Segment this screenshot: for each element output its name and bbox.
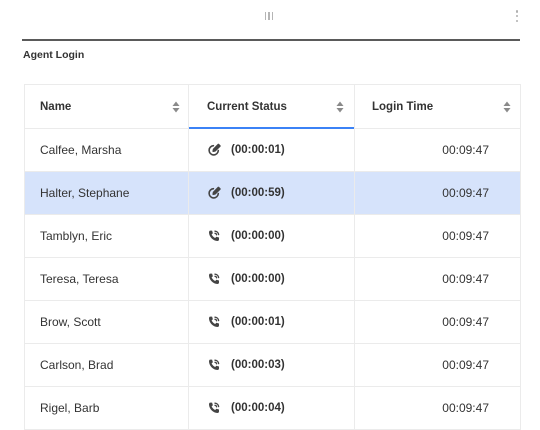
edit-pencil-circle-icon: [207, 186, 221, 200]
agent-table: Name Current Status Login Time Calfee, M…: [24, 84, 521, 430]
agent-name: Halter, Stephane: [25, 172, 189, 214]
phone-call-icon: [207, 401, 221, 415]
agent-name: Rigel, Barb: [25, 387, 189, 429]
widget-title: Agent Login: [23, 49, 85, 61]
table-row[interactable]: Halter, Stephane (00:00:59) 00:09:47: [25, 172, 520, 215]
status-duration: (00:00:04): [231, 402, 285, 414]
agent-name-text: Tamblyn, Eric: [40, 229, 113, 243]
table-body: Calfee, Marsha (00:00:01) 00:09:47 Halte…: [25, 129, 520, 430]
agent-status: (00:00:03): [189, 344, 355, 386]
agent-status: (00:00:04): [189, 387, 355, 429]
column-header-label: Name: [40, 100, 72, 113]
login-time-text: 00:09:47: [442, 358, 489, 372]
status-duration: (00:00:00): [231, 273, 285, 285]
column-header-login-time[interactable]: Login Time: [355, 85, 520, 128]
login-time: 00:09:47: [355, 344, 520, 386]
login-time: 00:09:47: [355, 387, 520, 429]
login-time: 00:09:47: [355, 215, 520, 257]
agent-name: Carlson, Brad: [25, 344, 189, 386]
sort-icon[interactable]: [336, 101, 344, 113]
table-row[interactable]: Teresa, Teresa (00:00:00) 00:09:47: [25, 258, 520, 301]
agent-status: (00:00:00): [189, 258, 355, 300]
login-time-text: 00:09:47: [442, 401, 489, 415]
edit-pencil-circle-icon: [207, 143, 221, 157]
login-time-text: 00:09:47: [442, 229, 489, 243]
status-duration: (00:00:00): [231, 230, 285, 242]
agent-status: (00:00:00): [189, 215, 355, 257]
table-row[interactable]: Calfee, Marsha (00:00:01) 00:09:47: [25, 129, 520, 172]
phone-call-icon: [207, 229, 221, 243]
login-time: 00:09:47: [355, 258, 520, 300]
login-time: 00:09:47: [355, 301, 520, 343]
login-time-text: 00:09:47: [442, 143, 489, 157]
agent-name: Tamblyn, Eric: [25, 215, 189, 257]
sort-icon[interactable]: [172, 101, 180, 113]
agent-status: (00:00:01): [189, 129, 355, 171]
more-options-icon[interactable]: [515, 10, 519, 22]
agent-name-text: Calfee, Marsha: [40, 143, 122, 157]
status-duration: (00:00:03): [231, 359, 285, 371]
drag-handle-icon[interactable]: [264, 12, 274, 20]
phone-call-icon: [207, 272, 221, 286]
login-time-text: 00:09:47: [442, 186, 489, 200]
table-row[interactable]: Carlson, Brad (00:00:03) 00:09:47: [25, 344, 520, 387]
column-header-current-status[interactable]: Current Status: [189, 85, 355, 129]
agent-status: (00:00:59): [189, 172, 355, 214]
sort-icon[interactable]: [503, 101, 511, 113]
login-time: 00:09:47: [355, 172, 520, 214]
agent-name-text: Carlson, Brad: [40, 358, 114, 372]
agent-name-text: Rigel, Barb: [40, 401, 100, 415]
title-divider: [22, 39, 520, 41]
login-time-text: 00:09:47: [442, 272, 489, 286]
agent-status: (00:00:01): [189, 301, 355, 343]
table-header-row: Name Current Status Login Time: [25, 84, 520, 129]
agent-name-text: Halter, Stephane: [40, 186, 130, 200]
column-header-name[interactable]: Name: [25, 85, 189, 128]
agent-login-widget: Agent Login Name Current Status Login Ti…: [0, 0, 540, 430]
agent-name: Teresa, Teresa: [25, 258, 189, 300]
login-time-text: 00:09:47: [442, 315, 489, 329]
column-header-label: Current Status: [207, 100, 287, 113]
agent-name: Brow, Scott: [25, 301, 189, 343]
agent-name-text: Teresa, Teresa: [40, 272, 119, 286]
table-row[interactable]: Tamblyn, Eric (00:00:00) 00:09:47: [25, 215, 520, 258]
phone-call-icon: [207, 358, 221, 372]
status-duration: (00:00:59): [231, 187, 285, 199]
table-row[interactable]: Brow, Scott (00:00:01) 00:09:47: [25, 301, 520, 344]
status-duration: (00:00:01): [231, 144, 285, 156]
table-row[interactable]: Rigel, Barb (00:00:04) 00:09:47: [25, 387, 520, 430]
agent-name-text: Brow, Scott: [40, 315, 101, 329]
status-duration: (00:00:01): [231, 316, 285, 328]
column-header-label: Login Time: [372, 100, 434, 113]
phone-call-icon: [207, 315, 221, 329]
agent-name: Calfee, Marsha: [25, 129, 189, 171]
login-time: 00:09:47: [355, 129, 520, 171]
